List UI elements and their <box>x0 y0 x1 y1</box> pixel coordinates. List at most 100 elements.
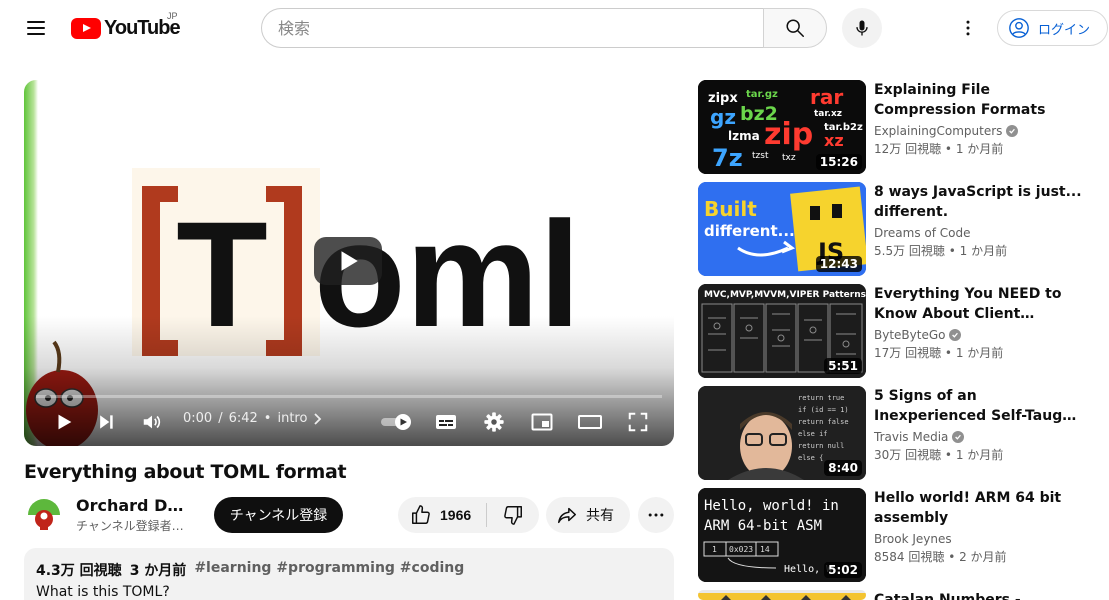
verified-icon <box>1006 125 1019 137</box>
chevron-right-icon <box>314 412 322 425</box>
video-meta: 30万 回視聴 • 1 か月前 <box>874 446 1084 463</box>
svg-text:tar.xz: tar.xz <box>814 109 842 119</box>
upload-age: 1 か月前 <box>955 346 1004 360</box>
channel-name[interactable]: ExplainingComputers <box>874 124 1084 138</box>
video-thumbnail[interactable]: return true if (id == 1) return false else… <box>698 386 866 480</box>
subscribe-button[interactable]: チャンネル登録 <box>214 497 343 533</box>
meta-dot: • <box>944 346 956 360</box>
masthead: YouTube JP ログイン <box>0 0 1109 56</box>
video-owner: Orchard Dwellers チャンネル登録者数 1840人 <box>24 495 192 535</box>
video-duration: 15:26 <box>815 154 862 170</box>
menu-button[interactable] <box>18 12 54 44</box>
hashtags[interactable]: #learning #programming #coding <box>194 560 464 580</box>
channel-name[interactable]: Orchard Dwellers <box>76 496 192 515</box>
svg-text:xz: xz <box>824 131 844 150</box>
login-label: ログイン <box>1038 22 1091 38</box>
svg-text:else if: else if <box>798 430 828 438</box>
more-actions-button[interactable] <box>638 497 674 533</box>
video-info: 8 ways JavaScript is just... different. … <box>874 182 1084 259</box>
more-horiz-icon <box>648 513 664 517</box>
dislike-button[interactable] <box>487 497 539 533</box>
svg-text:else {: else { <box>798 454 823 462</box>
video-player[interactable]: T oml 0:00 / 6:42 • intro <box>24 80 674 446</box>
video-info: Hello world! ARM 64 bit assembly Brook J… <box>874 488 1084 565</box>
svg-text:rar: rar <box>810 85 843 109</box>
theater-mode-button[interactable] <box>574 406 606 438</box>
view-count: 5.5万 回視聴 <box>874 244 945 258</box>
video-title[interactable]: Catalan Numbers - Numberphile <box>874 590 1084 600</box>
chapter-dot: • <box>263 411 272 426</box>
channel-name[interactable]: Travis Media <box>874 430 1084 444</box>
large-play-button[interactable] <box>314 237 382 285</box>
svg-text:7z: 7z <box>712 144 743 172</box>
view-count: 17万 回視聴 <box>874 346 942 360</box>
play-button[interactable] <box>46 406 82 438</box>
related-video-item[interactable]: zipx tar.gz rar gz bz2 tar.xz lzma zip t… <box>698 80 1098 174</box>
video-meta: 8584 回視聴 • 2 か月前 <box>874 548 1084 565</box>
description-box[interactable]: 4.3万 回視聴 3 か月前 #learning #programming #c… <box>24 548 674 600</box>
chapter-title[interactable]: intro <box>277 411 307 426</box>
like-button[interactable]: 1966 <box>398 497 486 533</box>
video-title[interactable]: 8 ways JavaScript is just... different. <box>874 182 1084 222</box>
svg-text:return null: return null <box>798 442 844 450</box>
related-video-item[interactable]: return true if (id == 1) return false else… <box>698 386 1098 480</box>
related-video-item[interactable]: MVC,MVP,MVVM,VIPER Patterns 5:51 Everyth… <box>698 284 1098 378</box>
mic-icon <box>856 20 868 36</box>
upload-age: 1 か月前 <box>959 244 1008 258</box>
channel-name[interactable]: Brook Jeynes <box>874 532 1084 546</box>
fullscreen-button[interactable] <box>622 406 654 438</box>
video-title[interactable]: Hello world! ARM 64 bit assembly <box>874 488 1084 528</box>
channel-name-text: ByteByteGo <box>874 328 946 342</box>
video-title[interactable]: Explaining File Compression Formats <box>874 80 1084 120</box>
video-thumbnail[interactable]: zipx tar.gz rar gz bz2 tar.xz lzma zip t… <box>698 80 866 174</box>
mute-button[interactable] <box>136 406 168 438</box>
voice-search-button[interactable] <box>842 8 882 48</box>
dislike-icon <box>504 506 522 525</box>
video-thumbnail[interactable]: JS Built different... 12:43 <box>698 182 866 276</box>
view-count: 30万 回視聴 <box>874 448 942 462</box>
video-thumbnail[interactable]: Hello, world! in ARM 64-bit ASM 1 0x023 … <box>698 488 866 582</box>
youtube-logo-icon <box>71 17 101 39</box>
search-button[interactable] <box>763 8 827 48</box>
related-video-item[interactable]: JS Built different... 12:43 8 ways JavaS… <box>698 182 1098 276</box>
share-button[interactable]: 共有 <box>546 497 630 533</box>
autoplay-toggle[interactable] <box>376 406 416 438</box>
video-info: Explaining File Compression Formats Expl… <box>874 80 1084 157</box>
related-video-item[interactable]: Hello, world! in ARM 64-bit ASM 1 0x023 … <box>698 488 1098 582</box>
svg-text:return true: return true <box>798 394 844 402</box>
svg-text:1: 1 <box>712 545 717 554</box>
video-thumbnail[interactable] <box>698 590 866 600</box>
menu-icon-bar <box>27 21 45 23</box>
video-info: Everything You NEED to Know About Client… <box>874 284 1084 361</box>
settings-more-button[interactable] <box>952 12 984 44</box>
subscriber-count: チャンネル登録者数 1840人 <box>76 519 192 533</box>
video-thumbnail[interactable]: MVC,MVP,MVVM,VIPER Patterns 5:51 <box>698 284 866 378</box>
more-vert-icon <box>966 20 970 36</box>
settings-button[interactable] <box>478 406 510 438</box>
subtitles-button[interactable] <box>430 406 462 438</box>
video-title[interactable]: Everything You NEED to Know About Client… <box>874 284 1084 324</box>
menu-icon-bar <box>27 33 45 35</box>
next-button[interactable] <box>90 406 122 438</box>
video-title[interactable]: 5 Signs of an Inexperienced Self-Taught … <box>874 386 1084 426</box>
channel-name[interactable]: Dreams of Code <box>874 226 1084 240</box>
upload-age: 3 か月前 <box>129 563 187 579</box>
fullscreen-icon <box>628 412 648 432</box>
related-video-item[interactable]: Catalan Numbers - Numberphile <box>698 590 1098 600</box>
channel-name[interactable]: ByteByteGo <box>874 328 1084 342</box>
verified-icon <box>949 329 962 341</box>
channel-avatar[interactable] <box>24 495 64 535</box>
youtube-logo[interactable]: YouTube <box>71 15 181 41</box>
video-meta: 5.5万 回視聴 • 1 か月前 <box>874 242 1084 259</box>
svg-text:return false: return false <box>798 418 849 426</box>
time-separator: / <box>218 411 223 426</box>
svg-text:txz: txz <box>782 153 796 163</box>
miniplayer-button[interactable] <box>526 406 558 438</box>
login-button[interactable]: ログイン <box>997 10 1108 46</box>
video-meta: 12万 回視聴 • 1 か月前 <box>874 140 1084 157</box>
search-input[interactable] <box>278 18 765 38</box>
channel-avatar-image <box>24 495 64 535</box>
description-meta: 4.3万 回視聴 3 か月前 #learning #programming #c… <box>36 560 662 580</box>
video-info: Catalan Numbers - Numberphile <box>874 590 1084 600</box>
svg-text:if (id == 1): if (id == 1) <box>798 406 849 414</box>
